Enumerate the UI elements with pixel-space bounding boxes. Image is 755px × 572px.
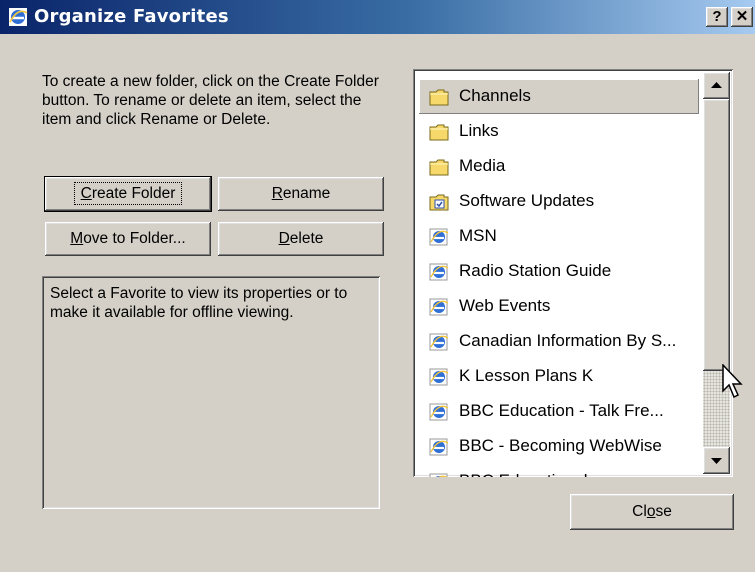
properties-panel: Select a Favorite to view its properties…: [42, 276, 380, 509]
scroll-thumb[interactable]: [703, 99, 730, 371]
list-item[interactable]: MSN: [419, 219, 699, 254]
ie-link-icon: [429, 368, 449, 386]
favorites-items: Channels Links Media Software Updates MSN Rad…: [419, 79, 701, 477]
favorites-list[interactable]: Channels Links Media Software Updates MSN Rad…: [413, 69, 733, 477]
rename-button[interactable]: Rename: [218, 177, 384, 211]
close-button[interactable]: Close: [570, 494, 734, 530]
ie-link-icon: [429, 263, 449, 281]
list-item[interactable]: BBC - Becoming WebWise: [419, 429, 699, 464]
list-item-label: BBC Education - Talk Fre...: [459, 401, 664, 420]
list-item[interactable]: Media: [419, 149, 699, 184]
vertical-scrollbar[interactable]: [703, 72, 730, 474]
properties-text: Select a Favorite to view its properties…: [50, 285, 348, 321]
list-item[interactable]: BBC Educational...: [419, 464, 699, 477]
move-to-folder-label: Move to Folder...: [70, 230, 186, 247]
folder-icon: [429, 158, 449, 176]
ie-link-icon: [429, 403, 449, 421]
list-item-label: BBC - Becoming WebWise: [459, 436, 662, 455]
ie-link-icon: [429, 438, 449, 456]
rename-label: Rename: [271, 185, 331, 202]
list-item-label: BBC Educational...: [459, 471, 602, 477]
folder-icon: [429, 88, 449, 106]
list-item-label: Web Events: [459, 296, 551, 315]
ie-link-icon: [429, 473, 449, 477]
special-folder-icon: [429, 193, 449, 211]
close-icon: ✕: [735, 8, 749, 25]
close-window-button[interactable]: ✕: [731, 7, 753, 27]
list-item[interactable]: Canadian Information By S...: [419, 324, 699, 359]
list-item-label: Channels: [459, 86, 531, 105]
list-item-label: Software Updates: [459, 191, 595, 210]
window-title: Organize Favorites: [34, 6, 229, 27]
list-item[interactable]: K Lesson Plans K: [419, 359, 699, 394]
help-icon: ?: [712, 8, 722, 25]
list-item-label: MSN: [459, 226, 497, 245]
list-item-label: Canadian Information By S...: [459, 331, 677, 350]
create-folder-button[interactable]: Create Folder: [45, 177, 211, 211]
close-button-label: Close: [632, 503, 672, 520]
help-button[interactable]: ?: [706, 7, 728, 27]
list-item-label: K Lesson Plans K: [459, 366, 594, 385]
create-folder-label: Create Folder: [73, 182, 183, 205]
scroll-up-button[interactable]: [703, 72, 730, 99]
folder-icon: [429, 123, 449, 141]
ie-link-icon: [429, 228, 449, 246]
ie-link-icon: [429, 298, 449, 316]
delete-button[interactable]: Delete: [218, 222, 384, 256]
mouse-pointer-icon: [722, 364, 743, 399]
list-item[interactable]: Radio Station Guide: [419, 254, 699, 289]
list-item-label: Radio Station Guide: [459, 261, 612, 280]
move-to-folder-button[interactable]: Move to Folder...: [45, 222, 211, 256]
arrow-up-icon: [711, 82, 722, 88]
ie-favorites-icon: [9, 8, 28, 26]
scroll-down-button[interactable]: [703, 447, 730, 474]
list-item[interactable]: BBC Education - Talk Fre...: [419, 394, 699, 429]
arrow-down-icon: [711, 458, 722, 464]
list-item-label: Media: [459, 156, 506, 175]
list-item[interactable]: Links: [419, 114, 699, 149]
delete-label: Delete: [278, 230, 324, 247]
list-item-label: Links: [459, 121, 499, 140]
instructions-text: To create a new folder, click on the Cre…: [42, 73, 379, 128]
ie-link-icon: [429, 333, 449, 351]
list-item[interactable]: Web Events: [419, 289, 699, 324]
title-bar[interactable]: Organize Favorites ? ✕: [0, 0, 755, 34]
list-item[interactable]: Software Updates: [419, 184, 699, 219]
list-item[interactable]: Channels: [419, 79, 699, 114]
